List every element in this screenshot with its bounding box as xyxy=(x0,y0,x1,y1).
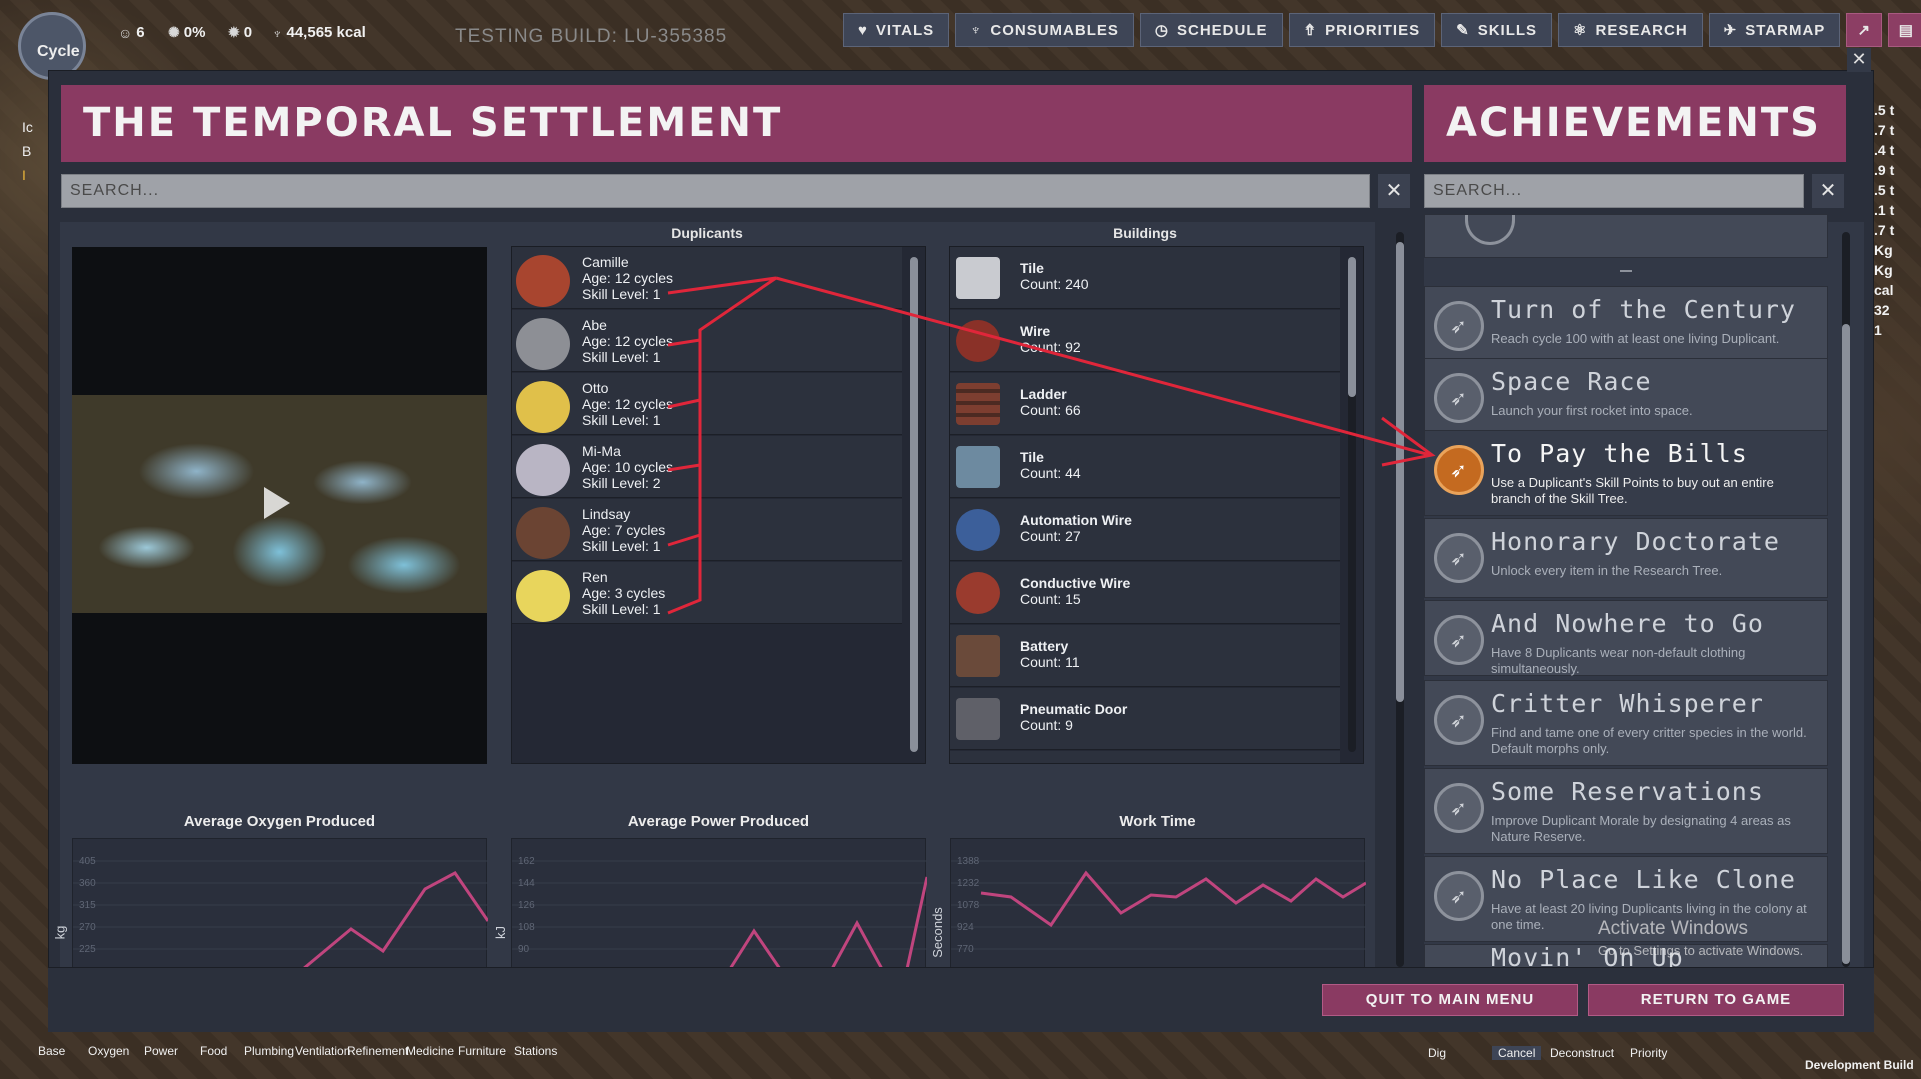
annotation-tick-line xyxy=(667,338,701,347)
build-category-label: Refinement xyxy=(347,1044,409,1058)
activate-windows-title: Activate Windows xyxy=(1598,918,1748,939)
build-category-power[interactable]: Power xyxy=(144,1044,178,1058)
tool-label: Deconstruct xyxy=(1550,1046,1615,1060)
build-category-label: Plumbing xyxy=(244,1044,295,1058)
build-category-ventilation[interactable]: Ventilation xyxy=(295,1044,350,1058)
build-category-label: Power xyxy=(144,1044,179,1058)
build-category-label: Oxygen xyxy=(88,1044,130,1058)
build-category-refinement[interactable]: Refinement xyxy=(347,1044,408,1058)
build-category-label: Medicine xyxy=(406,1044,455,1058)
tool-deconstruct[interactable]: Deconstruct xyxy=(1550,1046,1614,1060)
tool-label: Priority xyxy=(1630,1046,1668,1060)
build-category-food[interactable]: Food xyxy=(200,1044,227,1058)
build-category-label: Ventilation xyxy=(295,1044,351,1058)
tool-priority[interactable]: Priority xyxy=(1630,1046,1667,1060)
build-category-label: Base xyxy=(38,1044,66,1058)
return-to-game-button[interactable]: RETURN TO GAME xyxy=(1588,984,1844,1016)
annotation-tick-line xyxy=(667,533,701,547)
build-category-label: Furniture xyxy=(458,1044,507,1058)
build-category-label: Stations xyxy=(514,1044,558,1058)
tool-cancel[interactable]: Cancel xyxy=(1492,1046,1542,1060)
quit-to-main-menu-button[interactable]: QUIT TO MAIN MENU xyxy=(1322,984,1578,1016)
build-category-furniture[interactable]: Furniture xyxy=(458,1044,506,1058)
return-button-label: RETURN TO GAME xyxy=(1640,991,1792,1008)
build-toolbar: Base Oxygen Power Food Plumbing Ventilat… xyxy=(0,1032,1921,1079)
activate-windows-subtitle: Go to Settings to activate Windows. xyxy=(1598,943,1804,958)
tool-dig[interactable]: Dig xyxy=(1428,1046,1446,1060)
development-build-label: Development Build xyxy=(1805,1058,1914,1072)
quit-button-label: QUIT TO MAIN MENU xyxy=(1365,991,1535,1008)
build-category-stations[interactable]: Stations xyxy=(514,1044,557,1058)
tool-label: Dig xyxy=(1428,1046,1447,1060)
annotation-tick-line xyxy=(667,463,701,472)
annotation-arrow-line xyxy=(775,276,1431,457)
annotation-tick-line xyxy=(667,398,701,409)
annotation-bracket-line xyxy=(667,276,777,615)
build-category-medicine[interactable]: Medicine xyxy=(406,1044,454,1058)
build-category-base[interactable]: Base xyxy=(38,1044,65,1058)
build-category-label: Food xyxy=(200,1044,228,1058)
tool-label: Cancel xyxy=(1498,1046,1536,1060)
annotation-arrowhead xyxy=(1381,416,1436,467)
build-category-oxygen[interactable]: Oxygen xyxy=(88,1044,129,1058)
build-category-plumbing[interactable]: Plumbing xyxy=(244,1044,294,1058)
